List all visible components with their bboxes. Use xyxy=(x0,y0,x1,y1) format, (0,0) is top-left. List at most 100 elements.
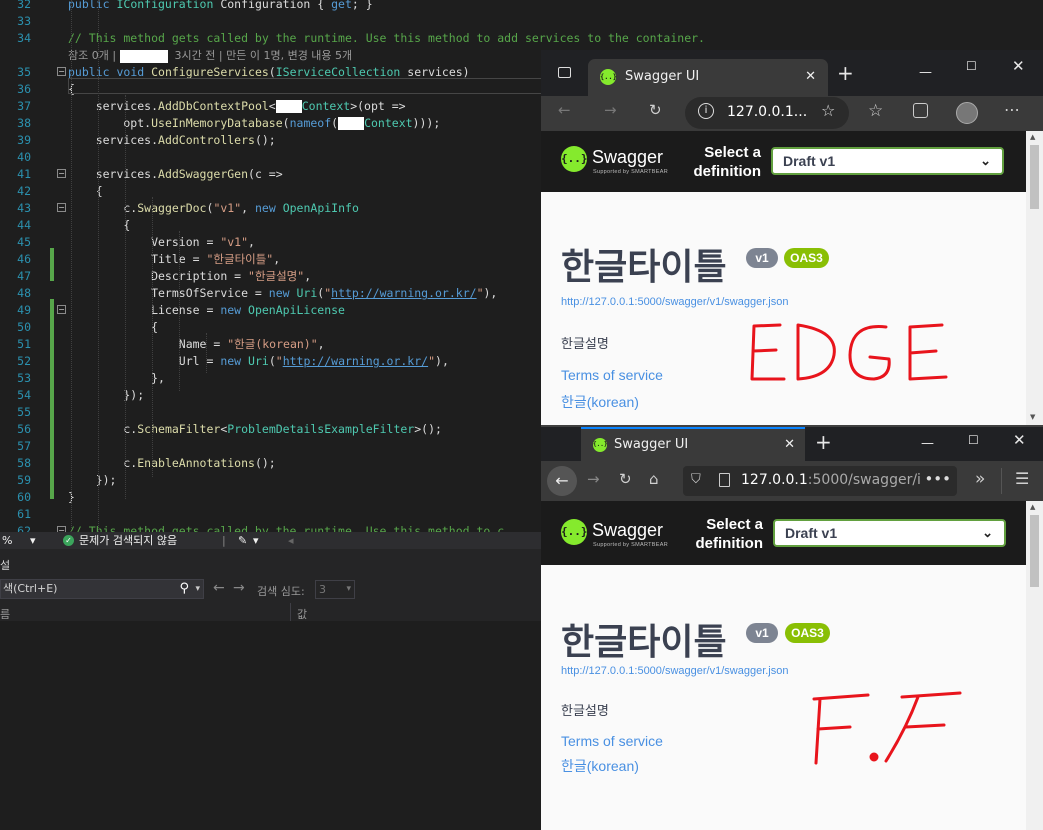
code-line[interactable]: 33 xyxy=(0,13,1043,30)
definition-select[interactable]: Draft v1 ⌄ xyxy=(771,147,1004,175)
swagger-brand-sub: Supported by SMARTBEAR xyxy=(593,169,668,175)
line-number: 57 xyxy=(17,439,31,453)
close-window-icon[interactable]: ✕ xyxy=(1013,433,1026,448)
page-icon[interactable] xyxy=(719,473,730,487)
tab-close-icon[interactable]: ✕ xyxy=(784,437,795,452)
edge-tab[interactable]: {..} Swagger UI ✕ xyxy=(588,59,828,96)
info-icon[interactable]: i xyxy=(698,103,714,119)
column-value-header[interactable]: 값 xyxy=(297,606,307,622)
back-icon[interactable]: ← xyxy=(547,466,577,496)
avatar[interactable] xyxy=(956,102,978,124)
tab-close-icon[interactable]: ✕ xyxy=(805,69,816,84)
favorites-icon[interactable]: ☆ xyxy=(868,101,883,121)
edge-window: {..} Swagger UI ✕ + — ☐ ✕ ← → ↻ i 127.0.… xyxy=(541,50,1043,425)
code-token: " xyxy=(428,354,436,368)
code-token: ; } xyxy=(351,0,373,11)
code-token: c. xyxy=(68,201,138,215)
line-number: 58 xyxy=(17,456,31,470)
indent-guide xyxy=(125,95,126,499)
collapse-icon[interactable]: − xyxy=(57,67,66,76)
line-number: 53 xyxy=(17,371,31,385)
column-divider[interactable] xyxy=(290,603,291,621)
collections-icon[interactable] xyxy=(913,103,928,118)
brush-dropdown-icon[interactable]: ▾ xyxy=(253,532,259,549)
zoom-level[interactable]: % xyxy=(2,532,12,549)
forward-icon[interactable]: → xyxy=(604,101,617,119)
chevron-down-icon: ⌄ xyxy=(982,525,993,540)
menu-icon[interactable]: ☰ xyxy=(1015,469,1029,488)
home-icon[interactable]: ⌂ xyxy=(649,470,659,488)
refresh-icon[interactable]: ↻ xyxy=(649,101,662,119)
favorite-add-icon[interactable]: ☆ xyxy=(821,101,835,120)
scroll-down-icon[interactable]: ▼ xyxy=(1030,413,1035,421)
line-number: 33 xyxy=(17,14,31,28)
minimize-icon[interactable]: — xyxy=(919,66,932,79)
search-depth-value: 3 xyxy=(319,583,326,596)
line-number: 44 xyxy=(17,218,31,232)
brush-icon[interactable]: ✎ xyxy=(238,532,247,549)
scroll-thumb[interactable] xyxy=(1030,515,1039,587)
code-token: "v1" xyxy=(220,235,249,249)
swagger-json-link[interactable]: http://127.0.0.1:5000/swagger/v1/swagger… xyxy=(561,296,789,308)
edge-address-bar[interactable]: i 127.0.0.1... ☆ xyxy=(685,97,849,129)
code-token: opt. xyxy=(68,116,152,130)
close-window-icon[interactable]: ✕ xyxy=(1012,59,1025,74)
new-tab-icon[interactable]: + xyxy=(815,432,832,452)
refresh-icon[interactable]: ↻ xyxy=(619,470,632,488)
swagger-brand: Swagger xyxy=(592,147,664,167)
scroll-left-icon[interactable]: ◂ xyxy=(288,532,294,549)
collapse-icon[interactable]: − xyxy=(57,203,66,212)
license-link[interactable]: 한글(korean) xyxy=(561,756,639,776)
edge-scrollbar[interactable]: ▲ ▼ xyxy=(1026,131,1043,425)
collapse-icon[interactable]: − xyxy=(57,305,66,314)
search-icon[interactable]: ⚲ xyxy=(179,580,189,598)
swagger-favicon-icon: {..} xyxy=(600,69,617,85)
swagger-json-link[interactable]: http://127.0.0.1:5000/swagger/v1/swagger… xyxy=(561,665,789,677)
terms-link[interactable]: Terms of service xyxy=(561,367,663,383)
search-input[interactable]: 색(Ctrl+E) ⚲ ▾ xyxy=(0,579,204,599)
swagger-brand-sub: Supported by SMARTBEAR xyxy=(593,542,668,548)
overflow-icon[interactable]: » xyxy=(975,469,985,489)
code-line[interactable]: 32 public IConfiguration Configuration { … xyxy=(0,0,1043,13)
scroll-up-icon[interactable]: ▲ xyxy=(1030,503,1035,511)
code-token: }); xyxy=(68,388,145,402)
code-token: http://warning.or.kr/ xyxy=(282,354,429,368)
code-token: http://warning.or.kr/ xyxy=(331,286,477,300)
firefox-scrollbar[interactable]: ▲ xyxy=(1026,501,1043,830)
column-name-header[interactable]: 름 xyxy=(0,606,10,622)
line-number: 49 xyxy=(17,303,31,317)
tab-actions-icon[interactable] xyxy=(558,67,571,78)
code-token: License = xyxy=(68,303,221,317)
search-depth-select[interactable]: 3 ▾ xyxy=(315,580,355,599)
scroll-up-icon[interactable]: ▲ xyxy=(1030,133,1035,141)
code-token: ), xyxy=(435,354,449,368)
issues-status[interactable]: 문제가 검색되지 않음 xyxy=(79,532,177,549)
scroll-thumb[interactable] xyxy=(1030,145,1039,209)
maximize-icon[interactable]: ☐ xyxy=(966,60,977,72)
line-number: 55 xyxy=(17,405,31,419)
shield-icon[interactable]: ⛉ xyxy=(691,472,701,487)
search-forward-icon[interactable]: → xyxy=(233,580,245,596)
license-link[interactable]: 한글(korean) xyxy=(561,392,639,412)
more-icon[interactable]: ⋯ xyxy=(1004,100,1020,119)
maximize-icon[interactable]: ☐ xyxy=(968,434,979,446)
back-icon[interactable]: ← xyxy=(558,101,571,119)
code-text: Version = "v1", xyxy=(68,234,255,251)
terms-link[interactable]: Terms of service xyxy=(561,733,663,749)
search-dropdown-icon[interactable]: ▾ xyxy=(195,580,200,598)
line-number: 40 xyxy=(17,150,31,164)
search-back-icon[interactable]: ← xyxy=(213,580,225,596)
zoom-dropdown-icon[interactable]: ▾ xyxy=(30,532,36,549)
definition-value: Draft v1 xyxy=(783,153,836,169)
minimize-icon[interactable]: — xyxy=(921,437,934,450)
new-tab-icon[interactable]: + xyxy=(837,63,854,83)
firefox-tab[interactable]: {..} Swagger UI ✕ xyxy=(581,427,805,461)
definition-select[interactable]: Draft v1 ⌄ xyxy=(773,519,1006,547)
page-actions-icon[interactable]: ••• xyxy=(920,470,951,488)
code-line[interactable]: 34 // This method gets called by the runt… xyxy=(0,30,1043,47)
swagger-brand: Swagger xyxy=(592,520,664,540)
firefox-address-bar[interactable]: ⛉ 127.0.0.1:5000/swagger/inde ••• xyxy=(683,466,957,496)
collapse-icon[interactable]: − xyxy=(57,169,66,178)
forward-icon[interactable]: → xyxy=(587,470,600,488)
code-token: >(opt => xyxy=(350,99,406,113)
